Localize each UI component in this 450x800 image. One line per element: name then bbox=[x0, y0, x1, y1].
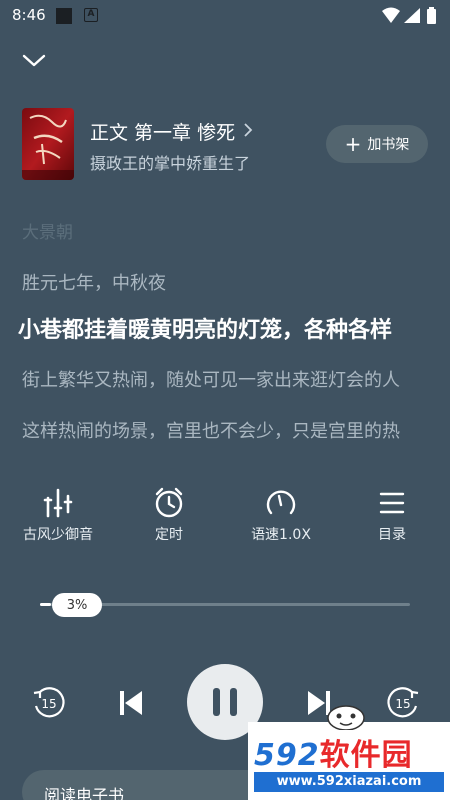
watermark: 592软件园 www.592xiazai.com bbox=[248, 722, 450, 800]
menu-list-icon bbox=[379, 492, 405, 514]
voice-equalizer-icon bbox=[43, 488, 73, 518]
text-line-3: 街上繁华又热闹，随处可见一家出来逛灯会的人 bbox=[22, 370, 400, 391]
mascot-face-icon bbox=[327, 705, 365, 730]
add-to-bookshelf-button[interactable]: + 加书架 bbox=[326, 125, 428, 163]
speed-gauge-icon bbox=[266, 490, 296, 515]
watermark-logo: 592软件园 bbox=[254, 730, 413, 774]
book-cover-image bbox=[22, 108, 74, 180]
status-icons bbox=[382, 7, 436, 24]
read-ebook-label: 阅读电子书 bbox=[44, 786, 125, 800]
collapse-chevron-down-icon[interactable] bbox=[20, 48, 48, 74]
catalog-label: 目录 bbox=[378, 527, 406, 543]
forward-label: 15 bbox=[395, 697, 410, 711]
timer-button[interactable]: 定时 bbox=[121, 486, 217, 544]
watermark-logo-number: 592 bbox=[254, 738, 320, 773]
alarm-clock-icon bbox=[155, 487, 183, 518]
chevron-right-icon bbox=[244, 123, 253, 137]
battery-icon bbox=[427, 9, 436, 24]
chapter-title-link[interactable]: 正文 第一章 惨死 bbox=[90, 118, 253, 145]
rewind-15-icon[interactable]: 15 bbox=[30, 684, 68, 722]
notification-a-icon: A bbox=[84, 8, 98, 22]
text-line-1: 胜元七年，中秋夜 bbox=[22, 273, 166, 294]
progress-fill bbox=[40, 603, 51, 606]
timer-label: 定时 bbox=[155, 527, 183, 543]
book-name: 摄政王的掌中娇重生了 bbox=[90, 154, 251, 173]
plus-icon: + bbox=[344, 132, 362, 156]
chapter-title: 正文 第一章 惨死 bbox=[90, 122, 236, 144]
signal-icon bbox=[404, 8, 420, 23]
watermark-url: www.592xiazai.com bbox=[254, 772, 444, 792]
voice-button[interactable]: 古风少御音 bbox=[10, 486, 106, 544]
wifi-icon bbox=[382, 7, 400, 23]
watermark-logo-text: 软件园 bbox=[319, 738, 413, 773]
speed-button[interactable]: 语速1.0X bbox=[233, 486, 329, 544]
status-bar: 8:46 A bbox=[0, 0, 450, 32]
text-line-current: 小巷都挂着暖黄明亮的灯笼，各种各样 bbox=[18, 318, 393, 343]
speed-label: 语速1.0X bbox=[251, 527, 311, 543]
add-shelf-label: 加书架 bbox=[367, 137, 410, 153]
status-time: 8:46 bbox=[12, 6, 46, 24]
text-line-4: 这样热闹的场景，宫里也不会少，只是宫里的热 bbox=[22, 421, 400, 442]
text-line-0: 大景朝 bbox=[22, 223, 73, 243]
rewind-label: 15 bbox=[41, 697, 56, 711]
previous-track-icon[interactable] bbox=[116, 688, 146, 718]
book-cover[interactable] bbox=[22, 108, 74, 180]
forward-15-icon[interactable]: 15 bbox=[384, 684, 422, 722]
catalog-button[interactable]: 目录 bbox=[344, 486, 440, 544]
pause-icon bbox=[213, 688, 220, 716]
voice-label: 古风少御音 bbox=[23, 527, 93, 543]
progress-thumb[interactable]: 3% bbox=[52, 593, 102, 617]
notification-square-icon bbox=[56, 8, 72, 24]
